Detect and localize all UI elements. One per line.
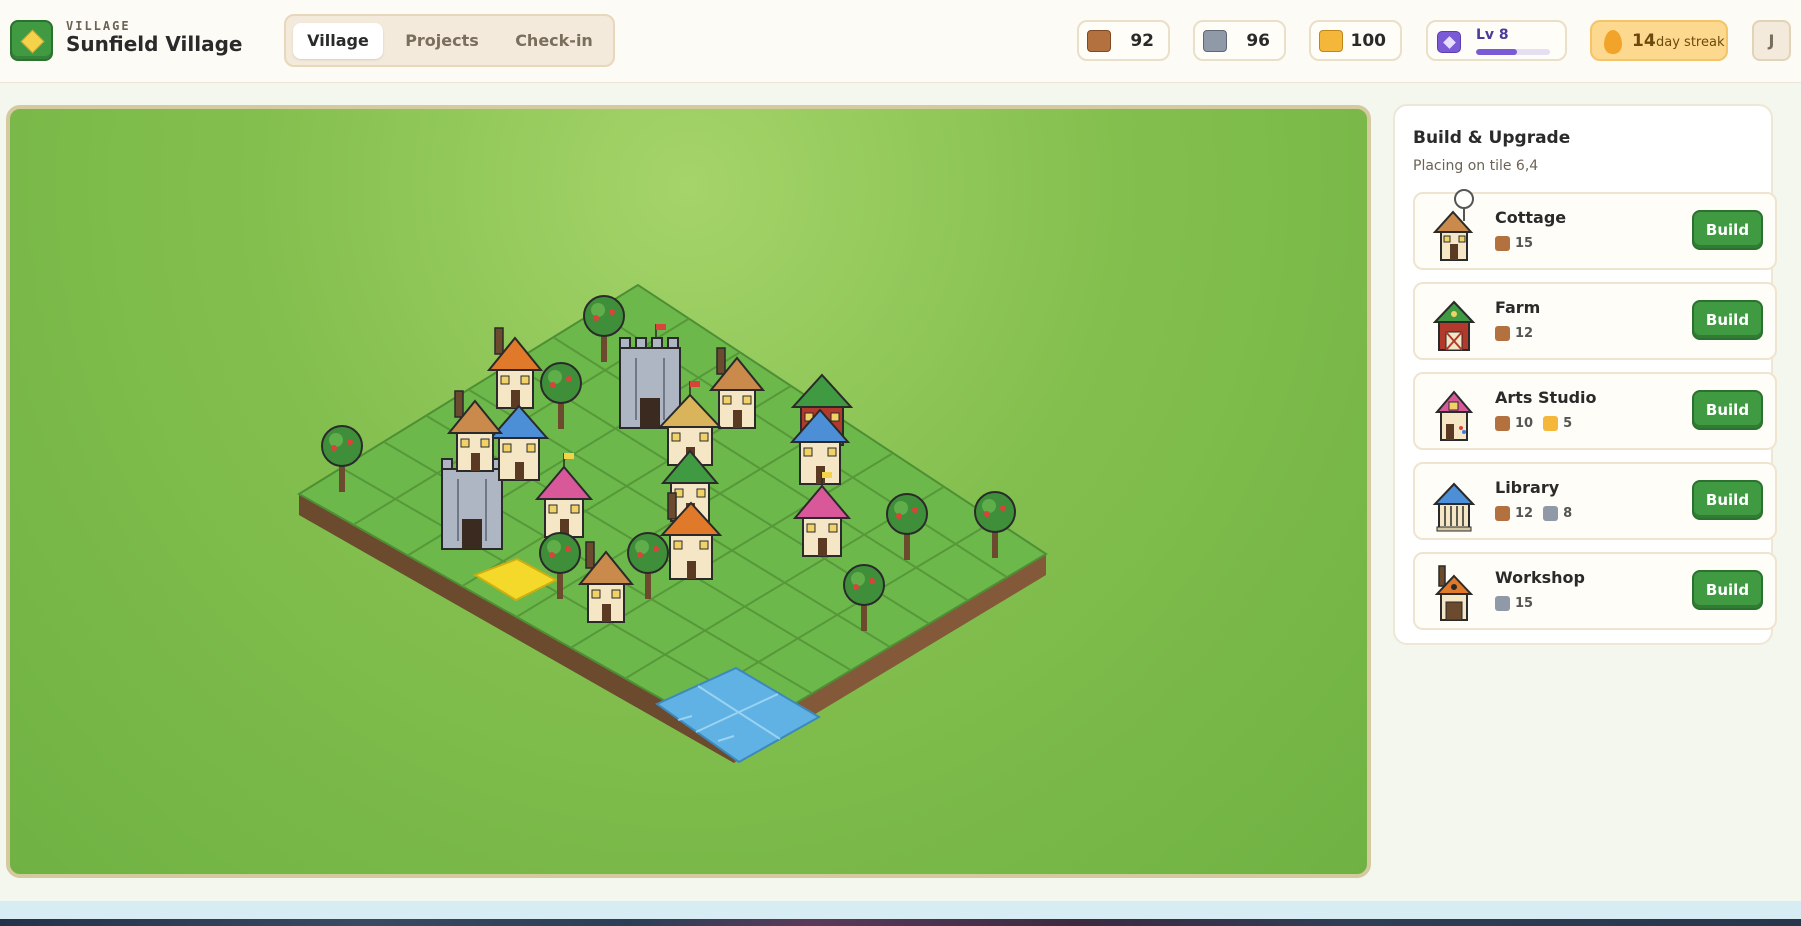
panel-title: Build & Upgrade bbox=[1413, 128, 1571, 148]
building-name: Cottage bbox=[1495, 208, 1567, 227]
building-name: Workshop bbox=[1495, 568, 1585, 587]
cost-wood: 15 bbox=[1495, 235, 1533, 251]
cost-stone: 8 bbox=[1543, 505, 1572, 521]
workshop[interactable] bbox=[486, 327, 544, 409]
stone-icon bbox=[1495, 595, 1510, 611]
stone-icon bbox=[1203, 30, 1227, 52]
cost-wood: 12 bbox=[1495, 325, 1533, 341]
building-name: Farm bbox=[1495, 298, 1541, 317]
gold-icon bbox=[1319, 30, 1343, 52]
cost-list: 10 5 bbox=[1495, 414, 1582, 432]
brand-subtitle: VILLAGE bbox=[66, 19, 131, 33]
gold-resource: 100 bbox=[1309, 20, 1402, 61]
tab-projects[interactable]: Projects bbox=[392, 23, 492, 59]
tab-village[interactable]: Village bbox=[293, 23, 383, 59]
build-arts-studio-button[interactable]: Build bbox=[1692, 390, 1763, 430]
build-cottage-button[interactable]: Build bbox=[1692, 210, 1763, 250]
build-panel: Build & Upgrade Placing on tile 6,4 Cott… bbox=[1393, 104, 1777, 645]
cost-list: 15 bbox=[1495, 594, 1543, 612]
cost-wood: 12 bbox=[1495, 505, 1533, 521]
level-progress-fill bbox=[1476, 49, 1517, 55]
cottage-icon bbox=[1432, 210, 1474, 261]
streak-badge[interactable]: 14 day streak bbox=[1590, 20, 1728, 61]
gold-icon bbox=[1543, 415, 1559, 431]
user-avatar[interactable]: J bbox=[1752, 20, 1791, 61]
stone-icon bbox=[1543, 505, 1559, 521]
farm-icon bbox=[1432, 300, 1476, 351]
wood-icon bbox=[1495, 505, 1510, 521]
level-gem-icon bbox=[1437, 31, 1461, 53]
level-indicator[interactable]: Lv 8 bbox=[1426, 20, 1567, 61]
village-name: Sunfield Village bbox=[66, 32, 243, 56]
building-name: Arts Studio bbox=[1495, 388, 1597, 407]
build-card-arts-studio[interactable]: Arts Studio 10 5 Build bbox=[1413, 372, 1777, 450]
cost-list: 12 8 bbox=[1495, 504, 1582, 522]
arts-studio-icon bbox=[1434, 390, 1474, 441]
village-map[interactable] bbox=[6, 105, 1371, 878]
gold-count: 100 bbox=[1350, 31, 1387, 51]
cost-stone: 15 bbox=[1495, 595, 1533, 611]
build-workshop-button[interactable]: Build bbox=[1692, 570, 1763, 610]
streak-count: 14 bbox=[1632, 31, 1656, 51]
wood-count: 92 bbox=[1130, 31, 1154, 51]
streak-label: day streak bbox=[1656, 35, 1725, 50]
build-library-button[interactable]: Build bbox=[1692, 480, 1763, 520]
bottom-strip bbox=[0, 901, 1801, 926]
flame-icon bbox=[1604, 30, 1622, 54]
top-bar: VILLAGE Sunfield Village Village Project… bbox=[0, 0, 1801, 83]
mouse-cursor-icon bbox=[1454, 189, 1474, 221]
build-farm-button[interactable]: Build bbox=[1692, 300, 1763, 340]
cost-list: 12 bbox=[1495, 324, 1543, 342]
wood-icon bbox=[1495, 415, 1510, 431]
cottage[interactable] bbox=[708, 347, 766, 429]
build-card-farm[interactable]: Farm 12 Build bbox=[1413, 282, 1777, 360]
stone-count: 96 bbox=[1246, 31, 1270, 51]
build-card-workshop[interactable]: Workshop 15 Build bbox=[1413, 552, 1777, 630]
tab-check-in[interactable]: Check-in bbox=[500, 23, 608, 59]
placement-status: Placing on tile 6,4 bbox=[1413, 158, 1539, 174]
wood-resource: 92 bbox=[1077, 20, 1170, 61]
wood-icon bbox=[1087, 30, 1111, 52]
workshop-icon bbox=[1434, 565, 1474, 621]
library-icon bbox=[1432, 482, 1476, 532]
isometric-village[interactable] bbox=[10, 109, 1367, 874]
level-label: Lv 8 bbox=[1476, 27, 1509, 43]
village-logo-icon bbox=[10, 20, 53, 61]
stone-resource: 96 bbox=[1193, 20, 1286, 61]
building-name: Library bbox=[1495, 478, 1560, 497]
level-progress-bar bbox=[1476, 49, 1550, 55]
wood-icon bbox=[1495, 325, 1510, 341]
wood-icon bbox=[1495, 235, 1510, 251]
cost-list: 15 bbox=[1495, 234, 1543, 252]
cost-wood: 10 bbox=[1495, 415, 1533, 431]
build-card-library[interactable]: Library 12 8 Build bbox=[1413, 462, 1777, 540]
cost-gold: 5 bbox=[1543, 415, 1572, 431]
main-nav: Village Projects Check-in bbox=[284, 14, 615, 67]
